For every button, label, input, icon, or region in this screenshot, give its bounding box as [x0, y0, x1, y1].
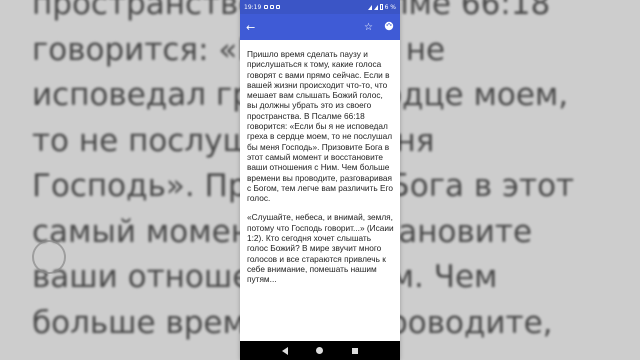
- article-content[interactable]: Пришло время сделать паузу и прислушатьс…: [240, 40, 400, 340]
- app-bar: ← ☆: [240, 14, 400, 40]
- star-icon[interactable]: ☆: [364, 22, 373, 33]
- status-time: 19:19: [244, 3, 262, 11]
- status-bar: 19:19 6 %: [240, 0, 400, 14]
- status-right: 6 %: [367, 3, 396, 11]
- nav-back-icon[interactable]: [282, 346, 289, 355]
- notification-icon: [276, 5, 281, 9]
- phone-screen: 19:19 6 % ← ☆ Пришло время сделать паузу: [240, 0, 400, 360]
- notification-icon: [264, 5, 269, 9]
- notification-icon: [270, 5, 275, 9]
- nav-home-icon[interactable]: [316, 347, 324, 354]
- article-paragraph: Пришло время сделать паузу и прислушатьс…: [247, 49, 393, 204]
- article-paragraph: «Слушайте, небеса, и внимай, земля, пото…: [247, 212, 394, 285]
- palette-icon[interactable]: [384, 21, 394, 34]
- touch-indicator-icon: [32, 240, 66, 274]
- battery-icon: [379, 4, 383, 10]
- notification-icons: [264, 5, 281, 9]
- battery-percent: 6 %: [384, 3, 396, 11]
- system-nav-bar: [240, 341, 400, 360]
- palette-icon-svg: [384, 21, 394, 30]
- wifi-icon: [367, 4, 372, 10]
- back-arrow-icon[interactable]: ←: [246, 21, 255, 34]
- nav-recents-icon[interactable]: [351, 347, 358, 354]
- signal-icon: [373, 4, 378, 10]
